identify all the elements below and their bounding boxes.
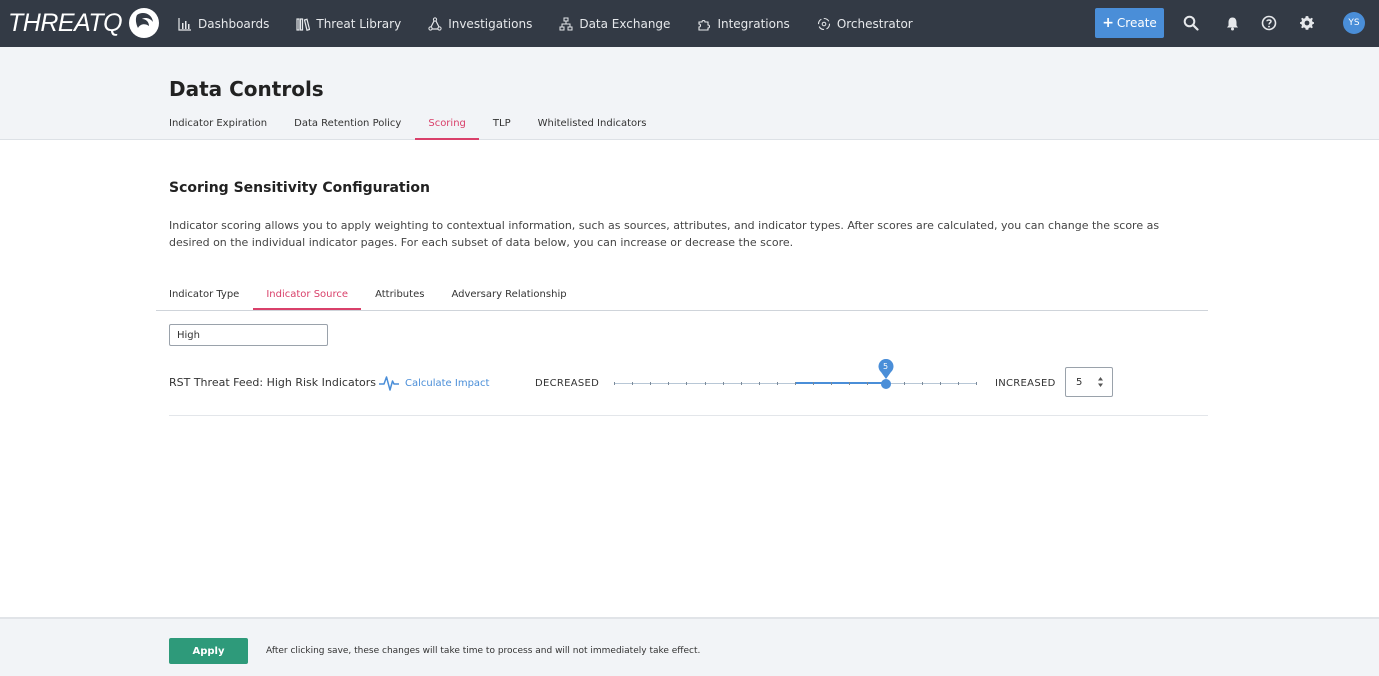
create-label: Create bbox=[1116, 16, 1157, 30]
nav-label: Integrations bbox=[717, 16, 790, 31]
slider-tick bbox=[831, 382, 833, 385]
slider-tick bbox=[632, 382, 634, 385]
main-nav: Dashboards Threat Library Investigations… bbox=[178, 0, 940, 47]
help-button[interactable] bbox=[1259, 13, 1279, 33]
tab-scoring[interactable]: Scoring bbox=[415, 118, 479, 140]
avatar-initials: YS bbox=[1348, 18, 1360, 28]
apply-button[interactable]: Apply bbox=[169, 638, 248, 664]
level-filter-select[interactable]: High bbox=[169, 324, 328, 346]
slider-tick bbox=[939, 382, 941, 385]
slider-tick bbox=[704, 382, 706, 385]
bar-chart-icon bbox=[178, 17, 191, 31]
top-navigation-bar: THREATQ Dashboards Threat Library Invest… bbox=[0, 0, 1379, 47]
slider-tick bbox=[849, 382, 851, 385]
tab-attributes[interactable]: Attributes bbox=[375, 289, 424, 310]
nav-label: Orchestrator bbox=[836, 16, 913, 31]
footer-note: After clicking save, these changes will … bbox=[266, 646, 701, 656]
page-title: Data Controls bbox=[169, 77, 324, 101]
tabs-divider bbox=[156, 310, 1208, 311]
slider-tick bbox=[758, 382, 760, 385]
stepper-value[interactable]: 5 bbox=[1076, 377, 1094, 388]
slider-tick bbox=[903, 382, 905, 385]
slider-tick bbox=[650, 382, 652, 385]
settings-button[interactable] bbox=[1297, 13, 1317, 33]
slider-tick bbox=[668, 382, 670, 385]
slider-tick bbox=[976, 382, 977, 385]
decreased-label: DECREASED bbox=[535, 378, 600, 389]
increased-label: INCREASED bbox=[995, 378, 1056, 389]
nav-dashboards[interactable]: Dashboards bbox=[178, 17, 269, 31]
slider-value-label: 5 bbox=[882, 362, 889, 371]
user-avatar[interactable]: YS bbox=[1343, 12, 1365, 34]
nav-orchestrator[interactable]: Orchestrator bbox=[817, 17, 913, 31]
create-button[interactable]: + Create bbox=[1095, 8, 1164, 38]
slider-tick bbox=[614, 382, 615, 385]
score-slider[interactable]: 5 bbox=[614, 358, 977, 396]
row-divider bbox=[169, 415, 1208, 416]
notifications-button[interactable] bbox=[1222, 13, 1242, 33]
tab-adversary-relationship[interactable]: Adversary Relationship bbox=[451, 289, 566, 310]
slider-tick bbox=[795, 382, 796, 385]
nav-integrations[interactable]: Integrations bbox=[697, 16, 790, 31]
nav-investigations[interactable]: Investigations bbox=[428, 17, 532, 31]
gear-icon bbox=[1300, 16, 1314, 30]
slider-value-bubble: 5 bbox=[878, 358, 894, 379]
nav-data-exchange[interactable]: Data Exchange bbox=[559, 17, 670, 31]
nav-label: Dashboards bbox=[198, 16, 270, 31]
bell-icon bbox=[1226, 17, 1238, 30]
slider-tick bbox=[776, 382, 778, 385]
slider-fill bbox=[795, 382, 886, 384]
tab-indicator-expiration[interactable]: Indicator Expiration bbox=[169, 118, 267, 140]
slider-tick bbox=[740, 382, 742, 385]
orchestrator-icon bbox=[817, 17, 830, 30]
slider-tick bbox=[957, 382, 959, 385]
scoring-sub-tabs: Indicator Type Indicator Source Attribut… bbox=[169, 289, 594, 310]
network-icon bbox=[428, 16, 442, 31]
up-down-arrows-icon bbox=[1097, 377, 1103, 387]
slider-tick bbox=[722, 382, 724, 385]
calculate-impact-label: Calculate Impact bbox=[405, 377, 490, 389]
data-controls-tabs: Indicator Expiration Data Retention Poli… bbox=[169, 118, 673, 140]
slider-tick bbox=[686, 382, 688, 385]
puzzle-icon bbox=[698, 19, 711, 31]
score-stepper[interactable]: 5 bbox=[1065, 367, 1113, 397]
section-description: Indicator scoring allows you to apply we… bbox=[169, 219, 1160, 249]
library-icon bbox=[296, 17, 311, 31]
nav-label: Investigations bbox=[448, 16, 533, 31]
threatq-logo[interactable]: THREATQ bbox=[8, 6, 160, 40]
tab-tlp[interactable]: TLP bbox=[493, 118, 511, 140]
nav-label: Data Exchange bbox=[579, 16, 671, 31]
help-icon bbox=[1261, 15, 1277, 31]
tab-indicator-source[interactable]: Indicator Source bbox=[253, 289, 361, 310]
source-name: RST Threat Feed: High Risk Indicators bbox=[169, 376, 376, 389]
search-icon bbox=[1183, 15, 1199, 31]
slider-tick bbox=[867, 382, 869, 385]
pulse-icon bbox=[379, 376, 399, 391]
search-button[interactable] bbox=[1181, 13, 1201, 33]
tab-indicator-type[interactable]: Indicator Type bbox=[169, 289, 239, 310]
tab-data-retention-policy[interactable]: Data Retention Policy bbox=[294, 118, 401, 140]
logo-text: THREATQ bbox=[8, 8, 123, 37]
slider-handle[interactable] bbox=[880, 379, 891, 389]
logo-mark-icon bbox=[129, 8, 160, 38]
calculate-impact-link[interactable]: Calculate Impact bbox=[378, 374, 489, 392]
tab-whitelisted-indicators[interactable]: Whitelisted Indicators bbox=[538, 118, 647, 140]
nav-label: Threat Library bbox=[316, 16, 402, 31]
plus-icon: + bbox=[1102, 15, 1114, 31]
stepper-arrows[interactable] bbox=[1094, 374, 1106, 390]
slider-tick bbox=[921, 382, 923, 385]
slider-tick bbox=[813, 382, 815, 385]
sitemap-icon bbox=[559, 17, 573, 30]
nav-threat-library[interactable]: Threat Library bbox=[296, 17, 401, 31]
section-title: Scoring Sensitivity Configuration bbox=[169, 180, 431, 196]
